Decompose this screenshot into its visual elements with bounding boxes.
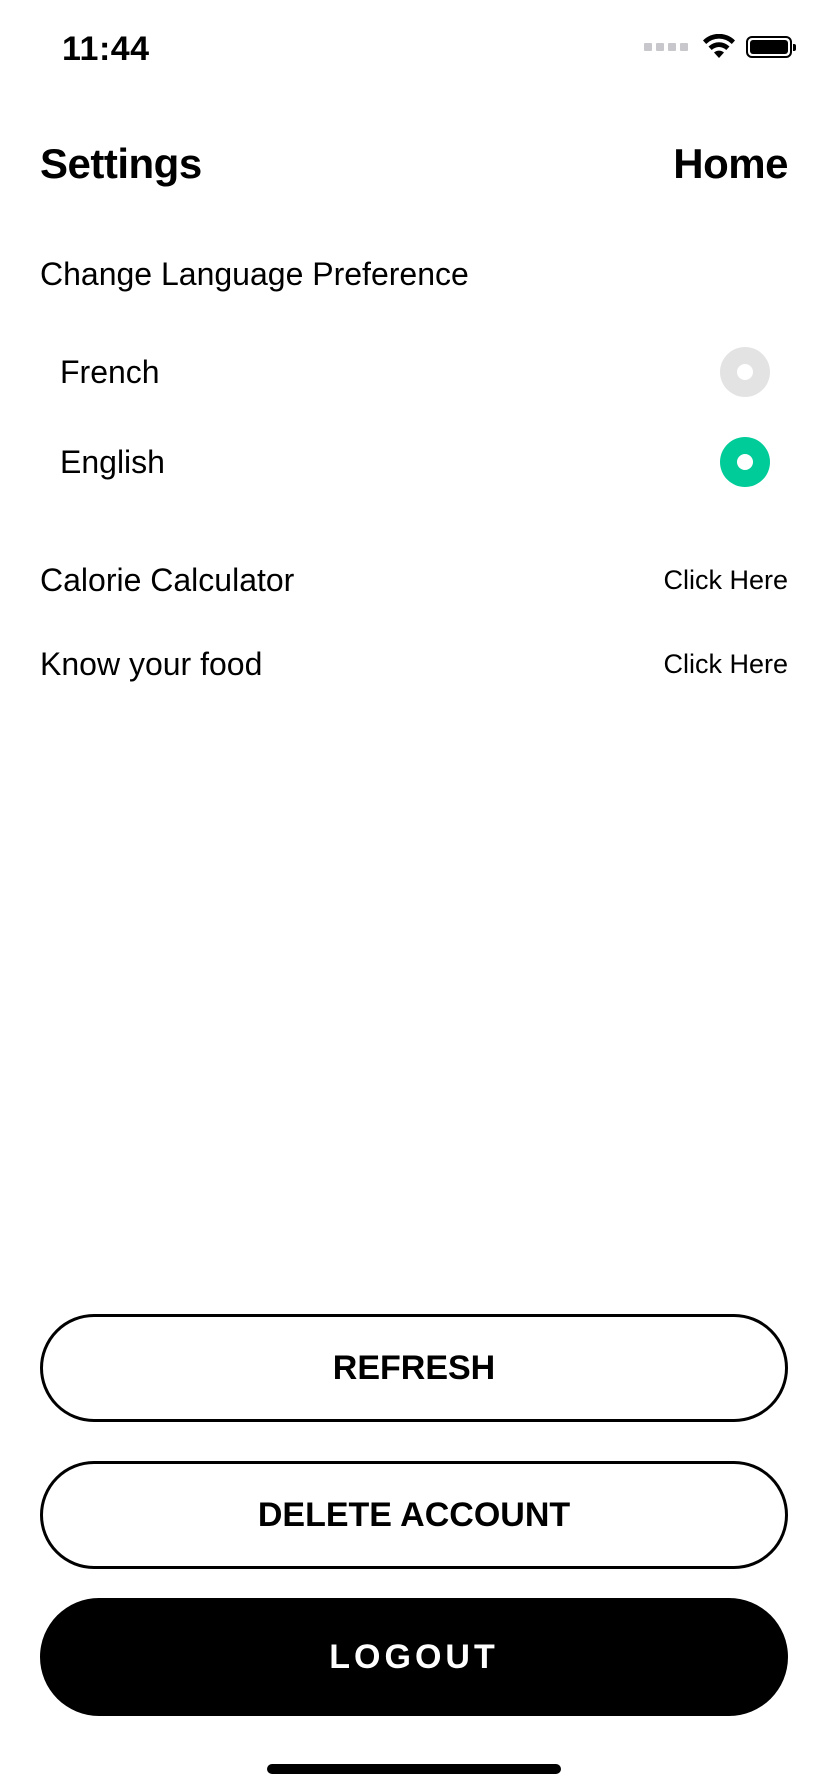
know-your-food-label: Know your food xyxy=(40,645,263,682)
home-link[interactable]: Home xyxy=(673,140,788,188)
status-icons xyxy=(644,34,796,60)
language-option-english[interactable]: English xyxy=(60,432,770,492)
language-option-label: English xyxy=(60,443,165,480)
cellular-signal-icon xyxy=(644,43,688,51)
status-time: 11:44 xyxy=(62,30,150,68)
radio-unselected-icon[interactable] xyxy=(720,347,770,397)
calorie-calculator-label: Calorie Calculator xyxy=(40,561,295,598)
radio-selected-icon[interactable] xyxy=(720,437,770,487)
language-option-french[interactable]: French xyxy=(60,342,770,402)
language-option-label: French xyxy=(60,353,160,390)
logout-button[interactable]: LOGOUT xyxy=(40,1598,788,1716)
wifi-icon xyxy=(703,34,735,58)
delete-account-button[interactable]: DELETE ACCOUNT xyxy=(40,1461,788,1569)
home-indicator xyxy=(267,1764,561,1774)
calorie-calculator-row: Calorie Calculator Click Here xyxy=(40,558,788,602)
refresh-button[interactable]: REFRESH xyxy=(40,1314,788,1422)
calorie-calculator-link[interactable]: Click Here xyxy=(663,565,788,596)
language-section-label: Change Language Preference xyxy=(40,256,469,292)
know-your-food-row: Know your food Click Here xyxy=(40,642,788,686)
page-title: Settings xyxy=(40,140,202,187)
status-bar: 11:44 xyxy=(0,0,828,100)
battery-icon xyxy=(746,36,796,58)
know-your-food-link[interactable]: Click Here xyxy=(663,649,788,680)
